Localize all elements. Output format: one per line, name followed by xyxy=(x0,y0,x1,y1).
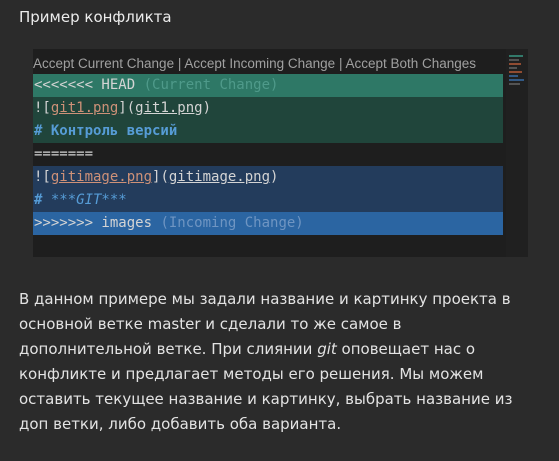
codelens-separator: | xyxy=(335,56,346,71)
code-line: # Контроль версий xyxy=(33,120,503,143)
md-image-bang: ![ xyxy=(34,100,51,116)
minimap-line xyxy=(509,75,518,77)
separator-marker-line: ======= xyxy=(34,146,94,162)
md-image-bang: ![ xyxy=(34,169,51,185)
accept-both-changes-button[interactable]: Accept Both Changes xyxy=(345,56,476,71)
merge-codelens: Accept Current Change | Accept Incoming … xyxy=(33,55,476,73)
description-paragraph: В данном примере мы задали название и ка… xyxy=(19,287,539,437)
minimap-line xyxy=(509,63,521,65)
current-change-marker-line: <<<<<<< HEAD (Current Change) xyxy=(33,74,503,97)
md-image-end: ) xyxy=(202,100,212,116)
md-image-end: ) xyxy=(270,169,279,185)
minimap-line xyxy=(509,55,523,57)
minimap-line xyxy=(509,83,520,85)
md-image-alt: gitimage.png xyxy=(50,169,153,185)
incoming-change-label: (Incoming Change) xyxy=(152,215,304,231)
code-line: # ***GIT*** xyxy=(33,189,503,212)
current-change-label: (Current Change) xyxy=(135,77,279,93)
md-image-url[interactable]: gitimage.png xyxy=(169,169,270,185)
codelens-separator: | xyxy=(174,56,185,71)
code-line: ![git1.png](git1.png) xyxy=(33,97,503,120)
section-heading: Пример конфликта xyxy=(19,8,172,26)
paragraph-git: git xyxy=(317,340,337,358)
code-lines: <<<<<<< HEAD (Current Change) ![git1.png… xyxy=(33,74,503,235)
md-heading: # Контроль версий xyxy=(34,123,178,139)
md-image-mid: ]( xyxy=(118,100,136,116)
minimap-line xyxy=(509,79,524,81)
head-marker: <<<<<<< HEAD xyxy=(34,77,136,93)
minimap[interactable] xyxy=(506,49,528,257)
minimap-line xyxy=(509,67,517,69)
code-line: ![gitimage.png](gitimage.png) xyxy=(33,166,503,189)
minimap-line xyxy=(509,71,522,73)
incoming-change-marker-line: >>>>>>> images (Incoming Change) xyxy=(33,212,503,235)
accept-current-change-button[interactable]: Accept Current Change xyxy=(33,56,174,71)
md-image-mid: ]( xyxy=(152,169,169,185)
accept-incoming-change-button[interactable]: Accept Incoming Change xyxy=(184,56,335,71)
md-image-url[interactable]: git1.png xyxy=(135,100,202,116)
code-editor[interactable]: Accept Current Change | Accept Incoming … xyxy=(33,49,528,257)
incoming-marker: >>>>>>> images xyxy=(34,215,153,231)
md-image-alt: git1.png xyxy=(50,100,119,116)
md-heading-hash: # xyxy=(34,192,51,208)
md-heading-italic: ***GIT*** xyxy=(50,192,127,208)
minimap-line xyxy=(509,59,519,61)
